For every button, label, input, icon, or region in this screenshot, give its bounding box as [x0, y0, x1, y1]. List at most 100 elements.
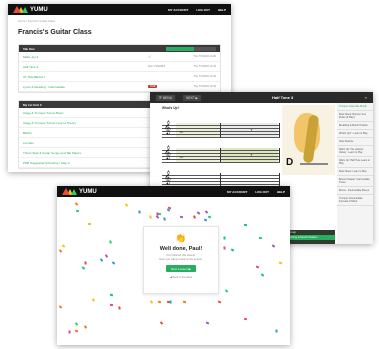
confetti-piece: [110, 303, 114, 307]
confetti-piece: [205, 321, 209, 325]
confetti-piece: [108, 240, 112, 245]
lesson-date: Thu 7/7/2016 12:44: [193, 65, 217, 68]
confetti-piece: [68, 330, 71, 335]
breadcrumb[interactable]: Home / Francis's Guitar Class: [8, 15, 231, 23]
lesson-title[interactable]: Make Joy It: [23, 55, 38, 59]
lesson-status: Due 7/15/2016: [148, 65, 166, 68]
sidebar-lesson-item[interactable]: Note Practice: [337, 138, 373, 146]
treble-clef-icon: 𝄞: [164, 120, 172, 134]
confetti-piece: [158, 212, 162, 215]
confetti-piece: [109, 293, 114, 297]
back-to-class-link[interactable]: ◀ Back to the class: [144, 276, 218, 279]
yumu-logo[interactable]: YUMU: [62, 188, 97, 195]
confetti-piece: [155, 215, 160, 219]
confetti-piece: [218, 300, 222, 304]
note-label: B♭: [180, 130, 184, 134]
sidebar-lesson-item[interactable]: What's Up? - Learn to Play: [337, 130, 373, 138]
confetti-piece: [260, 273, 265, 277]
confetti-piece: [149, 300, 153, 304]
music-staff[interactable]: 𝄞 B♭ ▼: [162, 145, 280, 163]
lesson-date: Thu 7/7/2016 14:29: [193, 55, 217, 58]
dropdown-arrow-icon[interactable]: ▼: [250, 128, 253, 132]
confetti-piece: [223, 246, 226, 250]
confetti-piece: [207, 215, 212, 219]
music-staff[interactable]: 𝄞: [162, 170, 280, 188]
yumu-logo[interactable]: YUMU: [13, 6, 48, 13]
confetti-piece: [75, 209, 79, 212]
lesson-title[interactable]: BEGG: [23, 131, 32, 135]
lesson-row[interactable]: Lyrics & Reading - Intermediate DUE Thu 7/…: [19, 82, 220, 92]
nav-log-out[interactable]: LOG OUT: [196, 8, 210, 12]
player-toolbar: ☰ MENU NEXT ▶ Half Tone 3 ✕: [150, 92, 373, 103]
confetti-piece: [75, 202, 79, 206]
lesson-row[interactable]: Half Time 3 Due 7/15/2016 Thu 7/7/2016 12:…: [19, 62, 220, 72]
confetti-piece: [138, 210, 141, 214]
confetti-piece: [168, 300, 172, 304]
trumpet-player-illustration: D: [282, 105, 335, 175]
sidebar-lesson-item[interactable]: Bonus - Intermediate Pieces: [337, 187, 373, 195]
nav-my-account[interactable]: MY ACCOUNT: [168, 8, 188, 12]
player-status-bar: Warmup Breathing & Mouth Position: [284, 230, 335, 244]
next-lesson-button[interactable]: Next Lesson ▶: [166, 265, 196, 272]
page-title: Francis's Guitar Class: [18, 29, 92, 36]
confetti-piece: [58, 249, 62, 254]
congrats-modal: 👏 Well done, Paul! You finished this les…: [143, 226, 219, 294]
sidebar-lesson-item[interactable]: Boss Sheet: Bounce Your Pulse (& Play!): [337, 111, 373, 122]
lesson-title[interactable]: PDB Suggested Schooling / Step 3: [23, 161, 70, 165]
confetti-piece: [74, 329, 79, 333]
lesson-date: Thu 7/7/2016 12:44: [193, 75, 217, 78]
course-section-1: Tab One Make Joy It ✓ Thu 7/7/2016 14:29 Ha…: [18, 44, 221, 93]
confetti-piece: [223, 236, 226, 240]
nav-log-out[interactable]: LOG OUT: [255, 190, 269, 194]
lesson-date: Thu 7/7/2016 12:44: [193, 85, 217, 88]
sidebar-lesson-item[interactable]: Boss Sheet: Learn to Play: [337, 168, 373, 176]
confetti-piece: [105, 254, 109, 258]
congrats-message: You finished this lesson. Now you will go…: [159, 253, 203, 261]
confetti-piece: [162, 216, 166, 221]
confetti-piece: [84, 261, 87, 265]
confetti-piece: [255, 265, 260, 269]
lesson-title[interactable]: Half Time 3: [23, 65, 38, 69]
music-staff[interactable]: 𝄞 B♭ ▼: [162, 120, 280, 138]
confetti-piece: [159, 321, 163, 325]
nav-help[interactable]: HELP: [218, 8, 226, 12]
sidebar-lesson-item[interactable]: Trumpet: Intermediate Intervals of Minor: [337, 195, 373, 206]
confetti-piece: [91, 298, 95, 302]
lesson-row[interactable]: AT THE BEACH Thu 7/7/2016 12:44: [19, 72, 220, 82]
section-header[interactable]: Tab One: [19, 45, 220, 52]
sidebar-lesson-item[interactable]: Warm Up: The Uptown Variety - Learn to P…: [337, 146, 373, 157]
congrats-title: Well done, Paul!: [159, 246, 203, 252]
confetti-piece: [243, 317, 248, 321]
lesson-row[interactable]: Make Joy It ✓ Thu 7/7/2016 14:29: [19, 52, 220, 62]
sidebar-lesson-item[interactable]: Warm Up: Half Tone Learn to Play: [337, 157, 373, 168]
note-label: B♭: [180, 155, 184, 159]
lesson-title[interactable]: Lyrics & Reading - Intermediate: [23, 85, 65, 89]
confetti-piece: [204, 209, 209, 214]
lesson-title[interactable]: Clegg & Trumpet Tunnel Basic: [23, 111, 64, 115]
sidebar-lesson-item[interactable]: Bonus Chapter: Intermediate Tunes: [337, 176, 373, 187]
close-icon[interactable]: ✕: [364, 96, 367, 100]
confetti-piece: [81, 266, 85, 270]
confetti-piece: [192, 215, 196, 219]
clapping-hands-icon: 👏: [175, 233, 187, 243]
lesson-title[interactable]: AT THE BEACH: [23, 75, 45, 79]
section-progress-bar: [166, 46, 216, 51]
confetti-piece: [197, 211, 201, 215]
nav-help[interactable]: HELP: [277, 190, 285, 194]
confetti-piece: [166, 208, 171, 212]
lesson-title[interactable]: Thrust Stab & Guitar Songs and Tab Major…: [23, 151, 81, 155]
confetti-piece: [182, 300, 187, 304]
confetti-piece: [118, 306, 121, 311]
lesson-title[interactable]: Lumplet: [23, 141, 34, 145]
top-nav-bar: YUMU MY ACCOUNT LOG OUT HELP: [57, 186, 290, 197]
lesson-sidebar: Trumpet: Assemble Mouth Boss Sheet: Bounc…: [337, 103, 373, 244]
dropdown-arrow-icon[interactable]: ▼: [250, 153, 253, 157]
sidebar-lesson-item[interactable]: Breathing & Mouth Position: [337, 122, 373, 130]
next-button[interactable]: NEXT ▶: [183, 94, 201, 101]
treble-clef-icon: 𝄞: [164, 145, 172, 159]
sidebar-lesson-item[interactable]: Trumpet: Assemble Mouth: [337, 103, 373, 111]
nav-my-account[interactable]: MY ACCOUNT: [227, 190, 247, 194]
lesson-title[interactable]: Clegg & Trumpet Tunnel Level 2 Theory: [23, 121, 76, 125]
check-icon: ✓: [148, 54, 152, 59]
menu-button[interactable]: ☰ MENU: [156, 94, 176, 101]
